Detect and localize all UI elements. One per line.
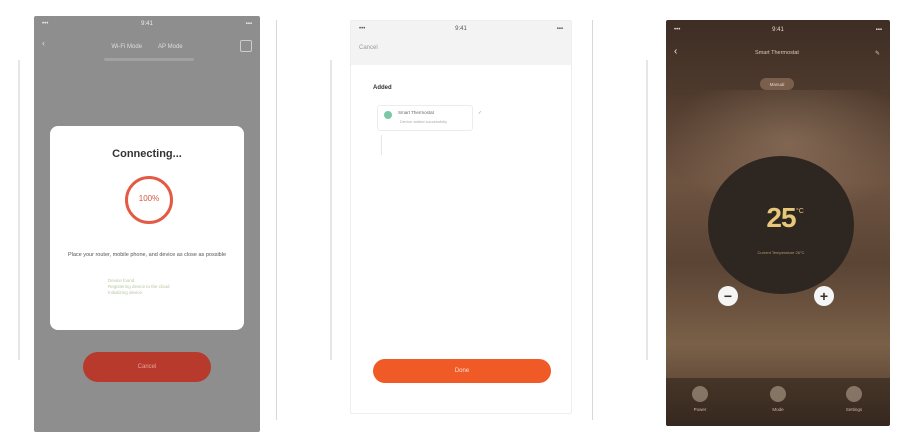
signal-icon: ••• — [42, 21, 49, 27]
cancel-button[interactable]: Cancel — [83, 352, 211, 382]
phone-edge-left-2 — [330, 60, 332, 360]
tab-power[interactable]: Power — [680, 386, 720, 412]
divider-1 — [276, 20, 277, 420]
progress-ring: 100% — [125, 176, 173, 224]
phone-edge-left-3 — [646, 60, 648, 360]
screen-thermostat: ••• 9:41 ▪▪▪ ‹ Smart Thermostat ✎ Manual… — [666, 20, 890, 426]
help-icon[interactable] — [240, 40, 252, 52]
done-button[interactable]: Done — [373, 359, 551, 383]
dialog-title: Connecting... — [112, 148, 182, 160]
increase-temperature-button[interactable]: + — [814, 286, 834, 306]
settings-icon — [846, 386, 862, 402]
battery-icon: ▪▪▪ — [556, 26, 563, 32]
connection-steps: Device found Registering device to the c… — [108, 278, 170, 296]
clock: 9:41 — [772, 27, 784, 33]
device-icon — [384, 111, 392, 119]
step-item: Initializing device — [108, 290, 143, 295]
subtitle-placeholder — [104, 58, 194, 61]
tab-label: Mode — [772, 407, 784, 412]
status-bar: ••• 9:41 ▪▪▪ — [351, 23, 571, 35]
mode-icon — [770, 386, 786, 402]
mode-pill[interactable]: Manual — [760, 78, 794, 90]
status-bar: ••• 9:41 ▪▪▪ — [34, 16, 260, 32]
device-name: Smart Thermostat — [398, 110, 434, 115]
current-temperature: Current Temperature 26°C — [757, 250, 805, 255]
battery-icon: ▪▪▪ — [875, 27, 882, 33]
decrease-temperature-button[interactable]: − — [718, 286, 738, 306]
power-icon — [692, 386, 708, 402]
screen-device-added: ••• 9:41 ▪▪▪ Cancel Added Smart Thermost… — [350, 20, 572, 414]
phone-edge-left-1 — [18, 60, 20, 360]
signal-icon: ••• — [359, 26, 366, 32]
progress-percent: 100% — [138, 194, 160, 203]
divider-2 — [592, 20, 593, 420]
tab-ap-mode[interactable]: AP Mode — [158, 44, 183, 50]
connecting-dialog: Connecting... 100% Place your router, mo… — [50, 126, 244, 330]
connection-hint: Place your router, mobile phone, and dev… — [67, 252, 227, 258]
temperature-dial: 25 °C Current Temperature 26°C — [708, 156, 854, 294]
back-icon[interactable]: ‹ — [674, 46, 677, 57]
tab-mode[interactable]: Mode — [758, 386, 798, 412]
device-card[interactable]: Smart Thermostat ✓ Device added successf… — [377, 105, 482, 131]
set-temperature: 25 — [766, 202, 796, 233]
tab-wifi-mode[interactable]: Wi-Fi Mode — [111, 44, 142, 50]
battery-icon: ▪▪▪ — [245, 21, 252, 27]
edit-icon[interactable]: ✎ — [875, 50, 880, 57]
list-connector — [381, 135, 390, 155]
bottom-toolbar: Power Mode Settings — [666, 378, 890, 426]
section-heading: Added — [373, 85, 392, 91]
clock: 9:41 — [141, 21, 153, 27]
tab-label: Settings — [845, 407, 863, 412]
device-status: Device added successfully — [400, 119, 448, 124]
screen-connecting: ••• 9:41 ▪▪▪ ‹ Wi-Fi Mode AP Mode Connec… — [34, 16, 260, 432]
device-title: Smart Thermostat — [755, 50, 799, 56]
tab-settings[interactable]: Settings — [834, 386, 874, 412]
edit-check-icon[interactable]: ✓ — [478, 110, 482, 116]
cancel-link[interactable]: Cancel — [359, 45, 378, 51]
mode-tabs: Wi-Fi Mode AP Mode — [34, 38, 260, 56]
temperature-unit: °C — [796, 208, 804, 215]
clock: 9:41 — [455, 26, 467, 32]
tab-label: Power — [693, 407, 707, 412]
status-bar: ••• 9:41 ▪▪▪ — [666, 24, 890, 36]
signal-icon: ••• — [674, 27, 681, 33]
